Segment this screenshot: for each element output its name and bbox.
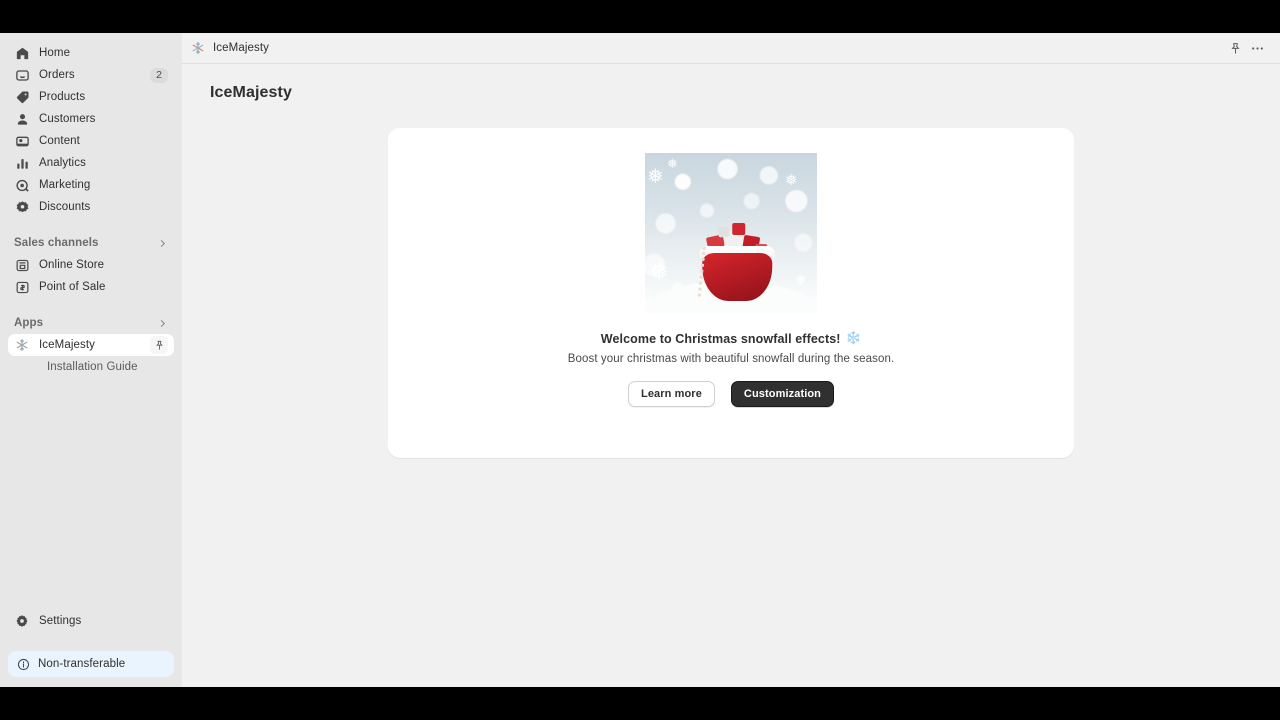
topbar-app-name: IceMajesty — [213, 42, 269, 54]
ellipsis-icon[interactable] — [1246, 37, 1268, 59]
gift-box — [717, 226, 730, 238]
letterbox-bottom — [0, 687, 1280, 720]
page-heading: IceMajesty — [182, 64, 1280, 102]
point-of-sale-icon — [14, 279, 30, 295]
sidebar-item-label: Products — [39, 91, 86, 103]
sidebar-item-label: IceMajesty — [39, 339, 95, 351]
snowflake-icon — [14, 337, 30, 353]
sidebar-item-point-of-sale[interactable]: Point of Sale — [8, 276, 174, 298]
sidebar-item-settings[interactable]: Settings — [8, 610, 174, 632]
sidebar-item-label: Orders — [39, 69, 75, 81]
sales-channels-header[interactable]: Sales channels — [8, 232, 174, 254]
screenshot-viewport: Home Orders 2 Products Customers Content… — [0, 0, 1280, 720]
home-icon — [14, 45, 30, 61]
sidebar-footer: Settings Non-transferable — [0, 610, 182, 687]
discounts-icon — [14, 199, 30, 215]
snowflake-icon — [190, 41, 205, 56]
page-title: IceMajesty — [210, 84, 292, 101]
main-content: IceMajesty IceMajesty ❅ ❅ ❅ ❅ ❅ Welcome … — [182, 33, 1280, 687]
snowflake-decoration-icon: ❅ — [785, 172, 798, 189]
sidebar-item-label: Home — [39, 47, 71, 59]
non-transferable-notice: Non-transferable — [8, 651, 174, 677]
content-area: ❅ ❅ ❅ ❅ ❅ ❅ — [182, 102, 1280, 687]
chevron-right-icon — [157, 238, 168, 249]
sidebar-apps-section: Apps IceMajesty Installation Guide — [0, 298, 182, 377]
sidebar-item-home[interactable]: Home — [8, 42, 174, 64]
orders-icon — [14, 67, 30, 83]
sidebar-item-products[interactable]: Products — [8, 86, 174, 108]
welcome-subtitle: Boost your christmas with beautiful snow… — [567, 353, 895, 365]
gift-sack — [697, 223, 776, 301]
letterbox-top — [0, 0, 1280, 33]
section-title: Apps — [14, 317, 44, 329]
topbar-app-identity: IceMajesty — [190, 41, 269, 56]
admin-app-frame: Home Orders 2 Products Customers Content… — [0, 33, 1280, 687]
content-icon — [14, 133, 30, 149]
welcome-card: ❅ ❅ ❅ ❅ ❅ ❅ — [388, 128, 1074, 458]
sidebar-item-orders[interactable]: Orders 2 — [8, 64, 174, 86]
learn-more-button[interactable]: Learn more — [628, 381, 715, 407]
sidebar-item-analytics[interactable]: Analytics — [8, 152, 174, 174]
section-title: Sales channels — [14, 237, 99, 249]
gear-icon — [14, 613, 30, 629]
sidebar-item-label: Online Store — [39, 259, 105, 271]
pin-icon[interactable] — [150, 336, 168, 354]
online-store-icon — [14, 257, 30, 273]
sidebar-item-label: Settings — [39, 615, 82, 627]
sidebar-item-label: Content — [39, 135, 80, 147]
snowflake-emoji-icon: ❄️ — [845, 331, 862, 345]
analytics-bar-chart-icon — [14, 155, 30, 171]
sack-body — [702, 253, 773, 301]
sidebar-item-content[interactable]: Content — [8, 130, 174, 152]
chevron-right-icon — [157, 318, 168, 329]
snowflake-decoration-icon: ❅ — [647, 166, 664, 188]
sidebar-subitem-installation-guide[interactable]: Installation Guide — [16, 356, 166, 377]
apps-header[interactable]: Apps — [8, 312, 174, 334]
sidebar-item-online-store[interactable]: Online Store — [8, 254, 174, 276]
customization-button[interactable]: Customization — [730, 381, 834, 407]
sidebar-item-label: Discounts — [39, 201, 91, 213]
marketing-target-icon — [14, 177, 30, 193]
christmas-hero-image: ❅ ❅ ❅ ❅ ❅ ❅ — [645, 153, 817, 313]
sidebar-primary-nav: Home Orders 2 Products Customers Content… — [0, 42, 182, 218]
sidebar-item-marketing[interactable]: Marketing — [8, 174, 174, 196]
sidebar-item-icemajesty[interactable]: IceMajesty — [8, 334, 174, 356]
snowflake-decoration-icon: ❅ — [667, 156, 678, 171]
sidebar-item-customers[interactable]: Customers — [8, 108, 174, 130]
sidebar: Home Orders 2 Products Customers Content… — [0, 33, 182, 687]
pin-icon[interactable] — [1224, 37, 1246, 59]
gift-box — [732, 223, 746, 235]
snowflake-decoration-icon: ❅ — [649, 259, 670, 286]
welcome-title-text: Welcome to Christmas snowfall effects! — [600, 331, 841, 346]
snowflake-decoration-icon: ❅ — [795, 272, 807, 288]
info-icon — [16, 657, 30, 671]
sidebar-item-label: Marketing — [39, 179, 91, 191]
orders-count-badge: 2 — [150, 67, 168, 83]
sidebar-item-discounts[interactable]: Discounts — [8, 196, 174, 218]
app-topbar: IceMajesty — [182, 33, 1280, 64]
welcome-card-actions: Learn more Customization — [628, 381, 834, 407]
notice-label: Non-transferable — [38, 658, 126, 670]
sidebar-item-label: Analytics — [39, 157, 86, 169]
sidebar-subitem-label: Installation Guide — [47, 360, 138, 373]
customers-person-icon — [14, 111, 30, 127]
sidebar-item-label: Point of Sale — [39, 281, 106, 293]
sidebar-sales-channels-section: Sales channels Online Store Point of Sal… — [0, 218, 182, 298]
welcome-title: Welcome to Christmas snowfall effects! ❄… — [601, 331, 861, 346]
products-tag-icon — [14, 89, 30, 105]
sidebar-item-label: Customers — [39, 113, 96, 125]
